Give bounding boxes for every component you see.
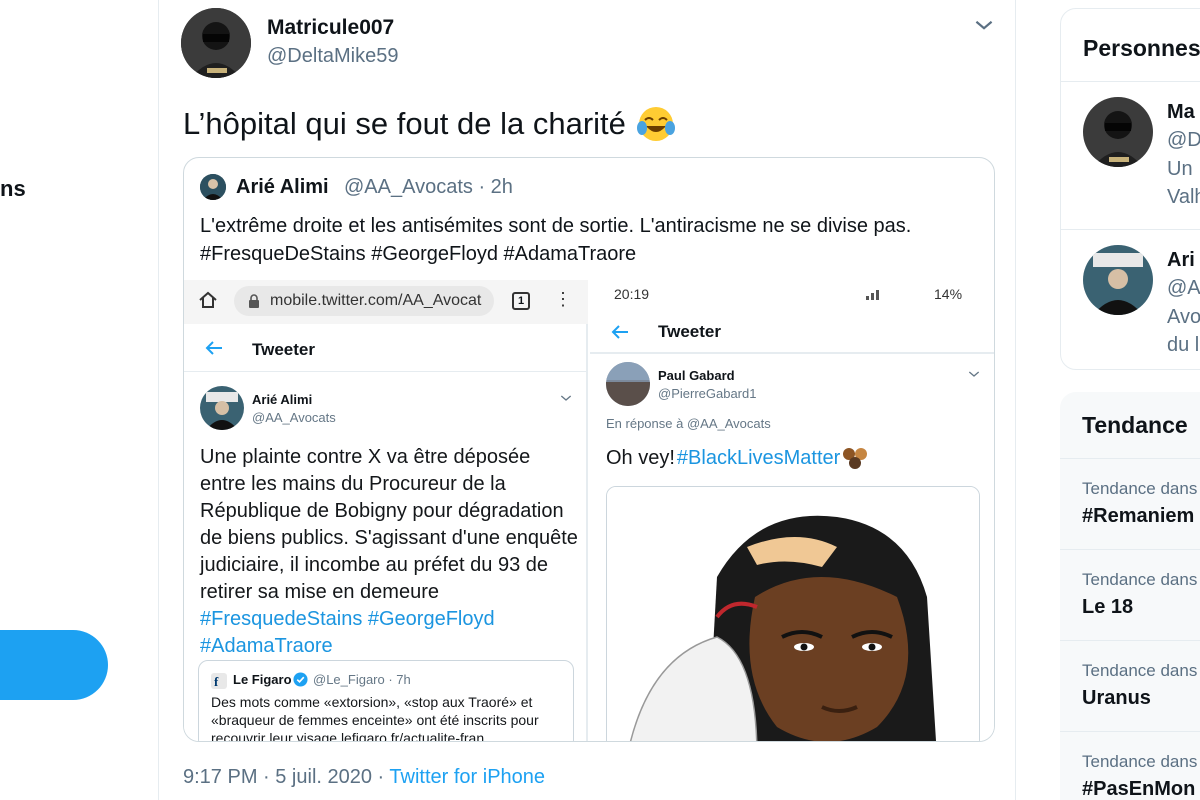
- person-bio-line: Valh: [1167, 186, 1200, 208]
- screenshot-left[interactable]: mobile.twitter.com/AA_Avocat 1 ⋮ Tweeter: [184, 280, 588, 742]
- trend-item[interactable]: Tendance dans Uranus: [1060, 640, 1200, 732]
- mobile-tweet-text: Oh vey!: [606, 446, 675, 469]
- mobile-header-title: Tweeter: [252, 340, 315, 359]
- nav-item-label-partial[interactable]: ns: [0, 176, 26, 202]
- quoted-author-handle: @AA_Avocats · 2h: [344, 176, 513, 198]
- tweet-button[interactable]: [0, 630, 108, 700]
- figaro-logo-icon: f: [211, 673, 227, 689]
- trend-item[interactable]: Tendance dans #Remaniem: [1060, 458, 1200, 550]
- quoted-text-line: L'extrême droite et les antisémites sont…: [200, 215, 912, 237]
- trend-item[interactable]: Tendance dans #PasEnMon: [1060, 731, 1200, 800]
- person-bio-line: Un: [1167, 158, 1193, 180]
- mobile-tweet-body: Une plainte contre X va être déposée ent…: [200, 444, 580, 660]
- person-name[interactable]: Ma: [1167, 101, 1195, 124]
- attached-screenshots[interactable]: mobile.twitter.com/AA_Avocat 1 ⋮ Tweeter: [184, 280, 994, 742]
- person-handle: @D: [1167, 129, 1200, 151]
- trend-name: #Remaniem: [1082, 505, 1195, 527]
- avatar[interactable]: [1083, 245, 1153, 315]
- inner-quote-handle: @Le_Figaro · 7h: [313, 672, 411, 687]
- source-app-link[interactable]: Twitter for iPhone: [389, 766, 545, 788]
- mobile-header-title: Tweeter: [658, 322, 721, 341]
- tweet-timestamp: 9:17 PM · 5 juil. 2020 · Twitter for iPh…: [183, 766, 545, 789]
- quoted-tweet-card[interactable]: Arié Alimi @AA_Avocats · 2h L'extrême dr…: [183, 157, 995, 742]
- person-handle: @A: [1167, 277, 1200, 299]
- inner-quote-author: Le Figaro: [233, 672, 292, 687]
- trend-context: Tendance dans: [1082, 570, 1198, 589]
- mobile-header: Tweeter: [590, 310, 994, 354]
- url-text: mobile.twitter.com/AA_Avocat: [270, 292, 482, 309]
- trend-item[interactable]: Tendance dans Le 18: [1060, 549, 1200, 641]
- back-arrow-icon: [611, 325, 628, 339]
- mobile-tweet-text: Une plainte contre X va être déposée ent…: [200, 446, 578, 603]
- verified-badge-icon: [293, 672, 308, 687]
- trend-name: Uranus: [1082, 687, 1151, 709]
- more-vert-icon: ⋮: [554, 289, 572, 309]
- who-to-follow-title: Personnes: [1083, 35, 1200, 61]
- battery-level: 14%: [934, 286, 963, 302]
- trend-context: Tendance dans: [1082, 752, 1198, 771]
- tears-of-joy-emoji-icon: [636, 107, 675, 141]
- avatar[interactable]: [1083, 97, 1153, 167]
- mobile-hashtags-line: #FresquedeStains #GeorgeFloyd: [200, 608, 495, 630]
- trend-name: #PasEnMon: [1082, 778, 1196, 800]
- author-name[interactable]: Matricule007: [267, 16, 394, 40]
- browser-bar: mobile.twitter.com/AA_Avocat 1 ⋮: [184, 280, 588, 324]
- mobile-avatar: [200, 386, 244, 430]
- raised-fists-emoji-icon: [843, 448, 868, 469]
- timestamp-text[interactable]: 9:17 PM · 5 juil. 2020 ·: [183, 766, 389, 788]
- mobile-avatar: [606, 362, 650, 406]
- person-bio-line: Avo: [1167, 306, 1200, 328]
- lock-icon: [249, 294, 259, 308]
- chevron-down-icon: [560, 395, 572, 401]
- main-column: Matricule007 @DeltaMike59 L’hôpital qui …: [158, 0, 1016, 800]
- home-icon: [199, 291, 217, 308]
- tab-count-icon: 1: [512, 292, 530, 310]
- tweet-text-row: L’hôpital qui se fout de la charité: [183, 104, 676, 144]
- chevron-down-icon: [968, 371, 980, 377]
- inner-quoted-tweet: f Le Figaro @Le_Figaro · 7h Des mots com…: [198, 660, 574, 742]
- inner-quote-text: Des mots comme «extorsion», «stop aux Tr…: [211, 694, 539, 742]
- quoted-text: L'extrême droite et les antisémites sont…: [200, 212, 980, 268]
- quoted-avatar: [200, 174, 226, 200]
- person-item[interactable]: Ma @D Un Valh: [1061, 81, 1200, 229]
- person-bio: Un Valh: [1167, 155, 1200, 211]
- person-bio-line: du l: [1167, 334, 1200, 356]
- trends-title: Tendance: [1082, 412, 1188, 438]
- trend-context: Tendance dans: [1082, 479, 1198, 498]
- trend-name: Le 18: [1082, 596, 1134, 618]
- tweet-text: L’hôpital qui se fout de la charité: [183, 106, 626, 141]
- avatar[interactable]: [181, 8, 251, 78]
- back-arrow-icon: [205, 341, 222, 355]
- meme-image: [606, 486, 980, 741]
- mobile-author-handle: @PierreGabard1: [658, 386, 757, 401]
- person-item[interactable]: Ari @A Avo du l: [1061, 229, 1200, 369]
- mobile-author-name: Arié Alimi: [252, 392, 313, 407]
- mobile-author-name: Paul Gabard: [658, 368, 735, 383]
- mobile-author-handle: @AA_Avocats: [252, 410, 336, 425]
- status-icons: [866, 290, 879, 300]
- url-bar: mobile.twitter.com/AA_Avocat: [234, 286, 494, 316]
- status-bar-time: 20:19: [614, 286, 650, 302]
- trends-card: Tendance Tendance dans #Remaniem Tendanc…: [1060, 392, 1200, 800]
- mobile-tweet-body: Oh vey! #BlackLivesMatter: [606, 446, 868, 470]
- chevron-down-icon[interactable]: [971, 12, 997, 38]
- mobile-header: Tweeter: [184, 326, 586, 372]
- quoted-hashtags: #FresqueDeStains #GeorgeFloyd #AdamaTrao…: [200, 243, 637, 265]
- who-to-follow-card: Personnes Ma @D Un Valh: [1060, 8, 1200, 370]
- quoted-author-name: Arié Alimi: [236, 176, 329, 198]
- trend-context: Tendance dans: [1082, 661, 1198, 680]
- mobile-hashtag: #BlackLivesMatter: [676, 446, 841, 469]
- svg-text:f: f: [214, 674, 219, 689]
- reply-to-label: En réponse à @AA_Avocats: [606, 416, 771, 431]
- person-bio: Avo du l: [1167, 303, 1200, 359]
- screenshot-right[interactable]: 20:19 14% Tweeter Paul Gabard @PierreGab…: [590, 280, 994, 741]
- person-name[interactable]: Ari: [1167, 249, 1195, 272]
- mobile-hashtags-line: #AdamaTraore: [200, 635, 333, 657]
- author-handle[interactable]: @DeltaMike59: [267, 45, 398, 68]
